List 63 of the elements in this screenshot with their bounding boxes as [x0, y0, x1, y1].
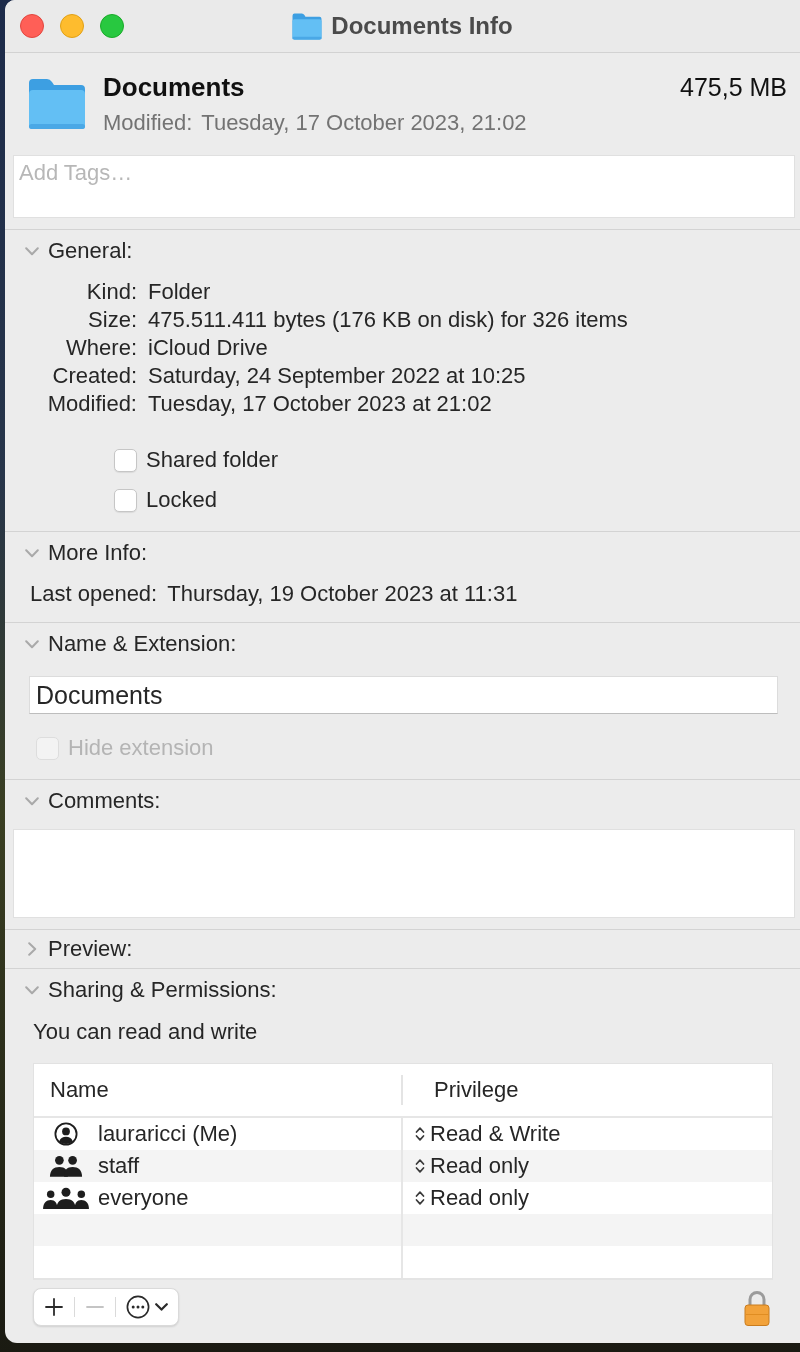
ellipsis-circle-icon: [126, 1295, 150, 1319]
info-value: Thursday, 19 October 2023 at 11:31: [167, 580, 518, 608]
modified-label: Modified:: [103, 109, 193, 137]
modified-date: Tuesday, 17 October 2023, 21:02: [201, 109, 527, 137]
person-in-circle-icon: [54, 1122, 78, 1146]
info-value: Saturday, 24 September 2022 at 10:25: [148, 362, 526, 390]
chevron-down-icon[interactable]: [25, 796, 39, 806]
user-name: lauraricci (Me): [98, 1120, 238, 1148]
window-title: Documents Info: [331, 12, 513, 40]
checkbox-label: Shared folder: [146, 446, 279, 474]
up-down-arrows-icon: [415, 1190, 425, 1206]
info-value: iCloud Drive: [148, 334, 268, 362]
info-value: 475.511.411 bytes (176 KB on disk) for 326 items: [148, 306, 628, 334]
table-row[interactable]: staff Read only: [34, 1150, 772, 1182]
checkbox-label: Hide extension: [68, 734, 214, 762]
minus-icon: [86, 1306, 104, 1308]
checkbox[interactable]: [114, 488, 137, 512]
column-header[interactable]: Privilege: [434, 1077, 519, 1102]
folder-icon: [28, 78, 86, 130]
info-label: Modified:: [47, 390, 137, 418]
file-size: 475,5 MB: [680, 73, 787, 101]
checkbox-label: Locked: [146, 486, 217, 514]
name-field[interactable]: Documents: [29, 676, 778, 714]
info-label: Last opened:: [30, 580, 158, 608]
chevron-down-icon[interactable]: [25, 246, 39, 256]
chevron-right-icon[interactable]: [27, 942, 37, 956]
section-title: Comments:: [48, 787, 161, 815]
up-down-arrows-icon: [415, 1126, 425, 1142]
section-title: General:: [48, 237, 133, 265]
privilege-popup[interactable]: Read only: [415, 1152, 530, 1180]
chevron-down-icon: [155, 1303, 168, 1311]
info-label: Created:: [52, 362, 137, 390]
info-value: Tuesday, 17 October 2023 at 21:02: [148, 390, 492, 418]
section-title: Preview:: [48, 935, 133, 963]
two-people-icon: [49, 1155, 83, 1177]
folder-icon: [292, 12, 323, 40]
three-people-icon: [42, 1187, 90, 1209]
zoom-button[interactable]: [100, 14, 124, 38]
up-down-arrows-icon: [415, 1158, 425, 1174]
info-label: Kind:: [86, 278, 137, 306]
user-name: everyone: [98, 1184, 189, 1212]
checkbox[interactable]: [114, 448, 137, 472]
info-label: Where:: [66, 334, 137, 362]
file-name: Documents: [103, 73, 245, 101]
section-title: Sharing & Permissions:: [48, 976, 277, 1004]
info-value: Folder: [148, 278, 211, 306]
chevron-down-icon[interactable]: [25, 548, 39, 558]
chevron-down-icon[interactable]: [25, 639, 39, 649]
section-title: More Info:: [48, 539, 148, 567]
close-button[interactable]: [20, 14, 44, 38]
plus-icon: [45, 1298, 63, 1316]
info-label: Size:: [88, 306, 137, 334]
tags-field[interactable]: Add Tags…: [13, 155, 795, 218]
chevron-down-icon[interactable]: [25, 985, 39, 995]
minimize-button[interactable]: [60, 14, 84, 38]
column-header[interactable]: Name: [50, 1077, 109, 1102]
comments-field[interactable]: [13, 829, 795, 918]
privilege-popup[interactable]: Read only: [415, 1184, 530, 1212]
user-name: staff: [98, 1152, 140, 1180]
privilege-popup[interactable]: Read & Write: [415, 1120, 561, 1148]
padlock-icon[interactable]: [744, 1288, 770, 1326]
section-title: Name & Extension:: [48, 630, 237, 658]
permissions-summary: You can read and write: [33, 1018, 258, 1046]
